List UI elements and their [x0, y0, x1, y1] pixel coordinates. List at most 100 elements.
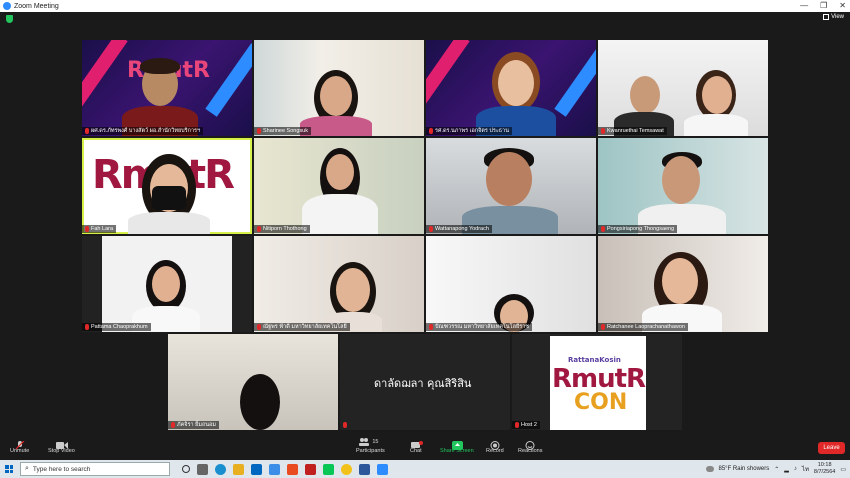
- participant-nameplate: Kwanruethai Temsawat: [598, 127, 667, 135]
- muted-mic-icon: [601, 128, 605, 134]
- video-tile[interactable]: ปัณฑวรรณ มหาวิทยาลัยเทคโนโลยีราช: [426, 236, 596, 332]
- muted-mic-icon: [257, 226, 261, 232]
- muted-mic-icon: [429, 226, 433, 232]
- weather-text[interactable]: 85°F Rain showers: [719, 466, 770, 472]
- participants-icon: 15: [358, 437, 382, 446]
- notifications-icon[interactable]: ▭: [840, 466, 846, 473]
- participant-name: ปัณฑวรรณ มหาวิทยาลัยเทคโนโลยีราช: [435, 324, 529, 330]
- video-tile[interactable]: Wattanapong Yodrach: [426, 138, 596, 234]
- maximize-icon[interactable]: ❐: [820, 0, 827, 12]
- network-icon[interactable]: ▂: [784, 466, 789, 473]
- taskbar-search[interactable]: ⌕ Type here to search: [20, 462, 170, 476]
- participant-nameplate: ภัคจิรา ยิ้มถนอม: [168, 421, 219, 429]
- video-tile[interactable]: Pongsiriapong Thongsaeng: [598, 138, 768, 234]
- view-button[interactable]: View: [823, 14, 844, 20]
- muted-mic-icon: [343, 422, 347, 428]
- window-titlebar: Zoom Meeting — ❐ ✕: [0, 0, 850, 12]
- participant-face: [336, 268, 370, 312]
- participant-face: [152, 266, 180, 302]
- participant-hair: [140, 58, 180, 74]
- participants-label: Participants: [356, 448, 385, 454]
- app-red-icon[interactable]: [305, 463, 316, 475]
- participant-name: Kwanruethai Temsawat: [607, 128, 664, 134]
- video-tile[interactable]: Sharinee Songsuk: [254, 40, 424, 136]
- security-shield-icon[interactable]: [6, 15, 13, 23]
- minimize-icon[interactable]: —: [800, 0, 808, 12]
- participant-nameplate: [340, 421, 350, 429]
- close-icon[interactable]: ✕: [839, 0, 846, 12]
- stop-video-button[interactable]: Stop Video: [48, 437, 75, 454]
- video-tile[interactable]: Pattama Chaoprakhum: [82, 236, 252, 332]
- participant-nameplate: ณัฐพร ฟ้าดี มหาวิทยาลัยเทคโนโลยี: [254, 323, 350, 331]
- windows-taskbar: ⌕ Type here to search 85°F Rain showers …: [0, 460, 850, 478]
- weather-icon[interactable]: [705, 466, 714, 472]
- chevron-up-icon[interactable]: ⌃: [774, 466, 779, 473]
- search-icon: ⌕: [25, 465, 29, 472]
- unmute-button[interactable]: Unmute: [10, 437, 29, 454]
- muted-mic-icon: [515, 422, 519, 428]
- participant-name: ภัคจิรา ยิ้มถนอม: [177, 422, 216, 428]
- view-label: View: [831, 14, 844, 20]
- participant-nameplate: Host 2: [512, 421, 540, 429]
- muted-mic-icon: [601, 226, 605, 232]
- grid-view-icon: [823, 14, 830, 20]
- volume-icon[interactable]: ♪: [794, 466, 797, 472]
- word-icon[interactable]: [359, 463, 370, 475]
- file-explorer-icon[interactable]: [233, 463, 244, 475]
- muted-mic-icon: [429, 128, 433, 134]
- zoom-taskbar-icon[interactable]: [377, 463, 388, 475]
- line-app-icon[interactable]: [323, 463, 334, 475]
- windows-start-icon[interactable]: [5, 465, 13, 473]
- participant-face: [702, 76, 732, 114]
- language-icon[interactable]: ไท: [802, 464, 809, 474]
- muted-mic-icon: [429, 324, 433, 330]
- muted-mic-icon: [257, 128, 261, 134]
- window-title: Zoom Meeting: [14, 2, 59, 10]
- video-tile[interactable]: Nitiporn Thothong: [254, 138, 424, 234]
- reactions-button[interactable]: Reactions: [518, 437, 542, 454]
- chrome-icon[interactable]: [341, 463, 352, 475]
- participant-nameplate: ผศ.ดร.ภัทรพงศ์ บางสัตว์ ผอ.สำนักวิทยบริก…: [82, 127, 204, 135]
- participant-body: [128, 212, 210, 234]
- video-tile-no-video[interactable]: ดาลัดฌลา คุณสิริสิน: [340, 334, 510, 430]
- video-tile[interactable]: รศ.ดร.นภาพร เอกจิตร ประธาน: [426, 40, 596, 136]
- video-tile[interactable]: ภัคจิรา ยิ้มถนอม: [168, 334, 338, 430]
- share-screen-button[interactable]: Share Screen: [440, 437, 474, 454]
- participant-hair: [240, 374, 280, 430]
- participant-nameplate: Sharinee Songsuk: [254, 127, 311, 135]
- meeting-top-strip: [0, 12, 850, 26]
- widgets-icon[interactable]: [197, 463, 208, 475]
- clock[interactable]: 10:18 8/7/2564: [814, 462, 835, 476]
- edge-browser-icon[interactable]: [215, 463, 226, 475]
- muted-mic-icon: [257, 324, 261, 330]
- smiley-icon: [525, 437, 535, 450]
- face-mask: [152, 186, 186, 210]
- video-camera-icon: [56, 437, 69, 449]
- system-tray: 85°F Rain showers ⌃ ▂ ♪ ไท 10:18 8/7/256…: [705, 460, 846, 478]
- window-controls: — ❐ ✕: [800, 0, 846, 12]
- video-tile[interactable]: RattanaKosin RmutR CON Host 2: [512, 334, 682, 430]
- participant-name: Pattama Chaoprakhum: [91, 324, 148, 330]
- participant-display-name: ดาลัดฌลา คุณสิริสิน: [374, 377, 472, 390]
- participants-button[interactable]: 15 Participants: [356, 437, 385, 454]
- participant-face: [630, 76, 660, 114]
- chat-button[interactable]: Chat: [410, 437, 423, 454]
- zoom-app-icon: [3, 2, 11, 10]
- record-button[interactable]: Record: [486, 437, 504, 454]
- leave-button[interactable]: Leave: [818, 442, 845, 454]
- brave-icon[interactable]: [287, 463, 298, 475]
- muted-mic-icon: [601, 324, 605, 330]
- participant-count: 15: [372, 438, 379, 445]
- mail-icon[interactable]: [251, 463, 262, 475]
- video-tile[interactable]: RmutR ผศ.ดร.ภัทรพงศ์ บางสัตว์ ผอ.สำนักวิ…: [82, 40, 252, 136]
- participant-name: Host 2: [521, 422, 537, 428]
- participant-name: ผศ.ดร.ภัทรพงศ์ บางสัตว์ ผอ.สำนักวิทยบริก…: [91, 128, 201, 134]
- muted-microphone-icon: [15, 437, 25, 450]
- participant-name: Fah Lara: [91, 226, 114, 232]
- task-view-icon[interactable]: [182, 465, 190, 473]
- app-l-icon[interactable]: [269, 463, 280, 475]
- video-tile[interactable]: Kwanruethai Temsawat: [598, 40, 768, 136]
- video-tile-active-speaker[interactable]: RmutR Fah Lara: [82, 138, 252, 234]
- video-tile[interactable]: Ratchanee Laoprachanathawon: [598, 236, 768, 332]
- video-tile[interactable]: ณัฐพร ฟ้าดี มหาวิทยาลัยเทคโนโลยี: [254, 236, 424, 332]
